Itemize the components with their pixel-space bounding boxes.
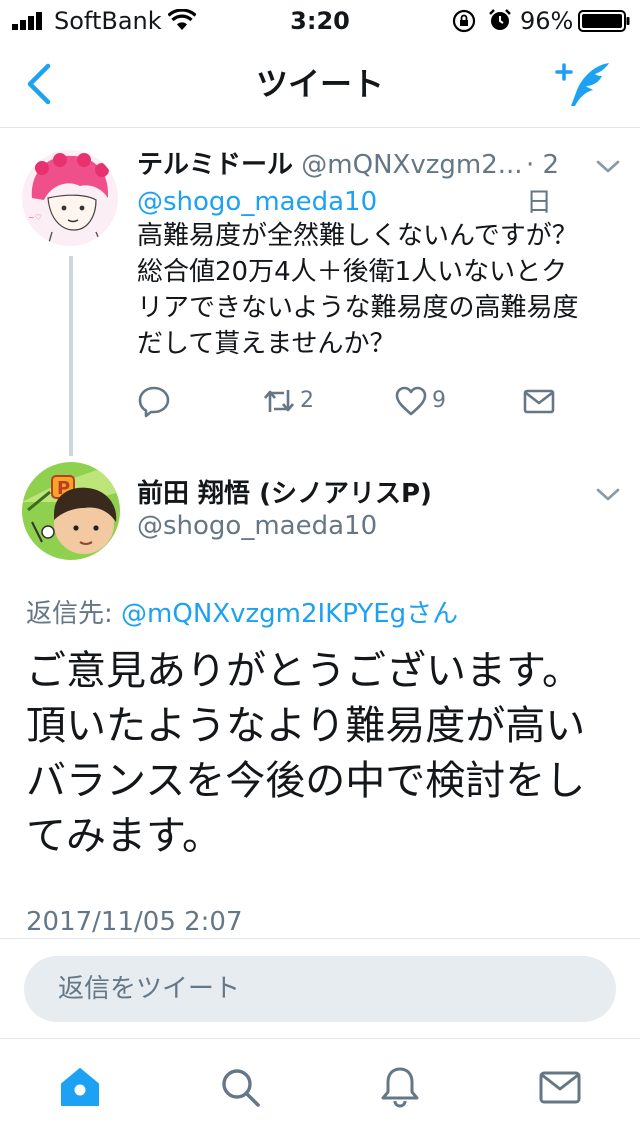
parent-tweet-line: 総合値20万4人＋後衛1人いないとク <box>137 257 568 287</box>
navigation-bar: ツイート <box>0 40 640 128</box>
page-title: ツイート <box>255 65 384 103</box>
parent-tweet-time: · 2日 <box>522 146 582 222</box>
parent-tweet-line: リアできないような難易度の高難易度 <box>137 293 579 323</box>
tab-bar <box>0 1038 640 1136</box>
rotation-lock-icon <box>452 9 476 33</box>
battery-icon <box>578 10 630 32</box>
parent-tweet-line: だして貰えませんか？ <box>137 329 396 359</box>
main-tweet-text: ご意見ありがとうございます。 頂いたようなより難易度が高い バランスを今後の中で… <box>26 644 626 864</box>
retweet-icon <box>264 390 294 412</box>
thread-connector-line <box>69 256 73 456</box>
compose-tweet-button[interactable] <box>555 60 613 110</box>
retweet-button[interactable]: 2 <box>262 384 332 420</box>
like-button[interactable]: 9 <box>394 384 464 420</box>
main-tweet-line: バランスを今後の中で検討をし <box>26 758 586 804</box>
parent-tweet-header: テルミドール @mQNXvzgm2... <box>137 146 577 184</box>
reply-to-label: 返信先: <box>26 599 122 629</box>
reply-button[interactable] <box>137 384 173 420</box>
main-tweet-avatar[interactable]: P <box>22 462 120 560</box>
parent-tweet-mention[interactable]: @shogo_maeda10 <box>137 184 377 220</box>
main-tweet-line: ご意見ありがとうございます。 <box>26 648 582 694</box>
parent-author-handle[interactable]: @mQNXvzgm2... <box>301 150 522 180</box>
reply-input[interactable]: 返信をツイート <box>24 956 616 1022</box>
heart-icon <box>395 386 427 416</box>
reply-to-link[interactable]: @mQNXvzgm2IKPYEgさん <box>121 599 458 629</box>
avatar-illustration: ~♡ <box>22 150 118 246</box>
reply-to-line: 返信先: @mQNXvzgm2IKPYEgさん <box>26 596 458 632</box>
tweet-detail-screen: SoftBank 3:20 96% ツイート ~♡ テルミドール @mQNXvz… <box>0 0 640 1136</box>
retweet-count: 2 <box>300 388 314 413</box>
parent-tweet-avatar[interactable]: ~♡ <box>22 150 118 246</box>
main-tweet-line: 頂いたようなより難易度が高い <box>26 703 586 749</box>
parent-tweet-line: 高難易度が全然難しくないんですが？ <box>137 221 578 251</box>
divider <box>0 938 640 939</box>
parent-tweet-menu-chevron-icon[interactable] <box>594 156 622 176</box>
parent-tweet-text: 高難易度が全然難しくないんですが？ 総合値20万4人＋後衛1人いないとク リアで… <box>137 218 627 362</box>
main-author-name[interactable]: 前田 翔悟 (シノアリスP) <box>137 476 432 512</box>
battery-percentage: 96% <box>520 7 574 35</box>
avatar-illustration: P <box>22 462 120 560</box>
notifications-icon[interactable] <box>378 1065 422 1109</box>
parent-author-name[interactable]: テルミドール <box>137 150 293 180</box>
search-icon[interactable] <box>218 1065 262 1109</box>
tweet-timestamp: 2017/11/05 2:07 <box>26 907 243 937</box>
svg-text:~♡: ~♡ <box>28 213 42 222</box>
messages-icon[interactable] <box>538 1065 582 1109</box>
direct-message-button[interactable] <box>522 384 556 420</box>
status-bar: SoftBank 3:20 96% <box>0 0 640 40</box>
envelope-icon <box>523 389 555 414</box>
alarm-icon <box>489 9 511 30</box>
main-tweet-menu-chevron-icon[interactable] <box>594 484 622 504</box>
like-count: 9 <box>432 388 446 413</box>
reply-icon <box>138 386 170 418</box>
main-author-handle[interactable]: @shogo_maeda10 <box>137 508 377 544</box>
main-tweet-line: てみます。 <box>26 813 222 859</box>
home-icon[interactable] <box>58 1065 102 1109</box>
